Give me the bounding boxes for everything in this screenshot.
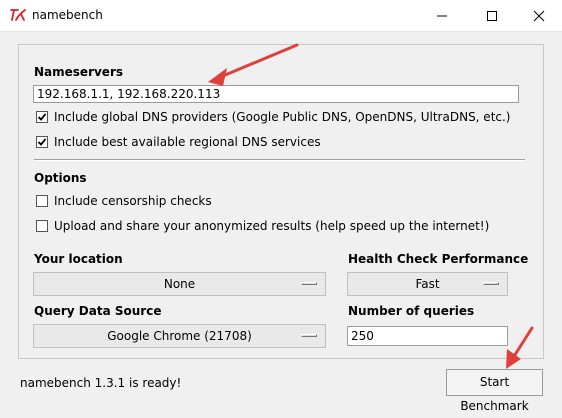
checkmark-icon xyxy=(37,138,47,146)
start-benchmark-button[interactable]: Start Benchmark xyxy=(446,369,543,413)
location-label: Your location xyxy=(34,252,123,266)
censorship-label: Include censorship checks xyxy=(54,194,212,208)
health-check-dropdown[interactable]: Fast xyxy=(347,272,508,296)
tk-feather-icon xyxy=(10,9,26,21)
close-button[interactable] xyxy=(516,0,562,31)
censorship-checkbox[interactable] xyxy=(36,195,48,207)
dropdown-indicator-icon xyxy=(301,282,317,285)
upload-checkbox[interactable] xyxy=(36,220,48,232)
dropdown-indicator-icon xyxy=(301,334,317,337)
health-check-selected: Fast xyxy=(415,277,440,291)
query-source-selected: Google Chrome (21708) xyxy=(107,329,252,343)
maximize-button[interactable] xyxy=(469,0,515,31)
close-icon xyxy=(533,10,545,21)
include-regional-checkbox[interactable] xyxy=(36,136,48,148)
nameservers-input[interactable]: 192.168.1.1, 192.168.220.113 xyxy=(33,85,519,103)
title-bar: namebench xyxy=(0,0,562,32)
minimize-icon xyxy=(437,15,447,16)
options-heading: Options xyxy=(34,171,87,185)
query-source-dropdown[interactable]: Google Chrome (21708) xyxy=(33,324,326,348)
upload-label: Upload and share your anonymized results… xyxy=(54,219,490,233)
maximize-icon xyxy=(487,10,497,21)
query-source-label: Query Data Source xyxy=(34,304,162,318)
checkmark-icon xyxy=(37,113,47,121)
include-global-checkbox[interactable] xyxy=(36,111,48,123)
num-queries-label: Number of queries xyxy=(348,304,475,318)
window-title: namebench xyxy=(32,8,103,22)
include-global-label: Include global DNS providers (Google Pub… xyxy=(54,110,511,124)
status-text: namebench 1.3.1 is ready! xyxy=(20,376,182,390)
separator xyxy=(34,159,525,161)
health-check-label: Health Check Performance xyxy=(348,252,529,266)
num-queries-input[interactable]: 250 xyxy=(347,326,508,346)
nameservers-heading: Nameservers xyxy=(34,65,124,79)
minimize-button[interactable] xyxy=(419,0,465,31)
include-regional-label: Include best available regional DNS serv… xyxy=(54,135,321,149)
dropdown-indicator-icon xyxy=(483,282,499,285)
location-selected: None xyxy=(163,277,196,291)
location-dropdown[interactable]: None xyxy=(33,272,326,296)
